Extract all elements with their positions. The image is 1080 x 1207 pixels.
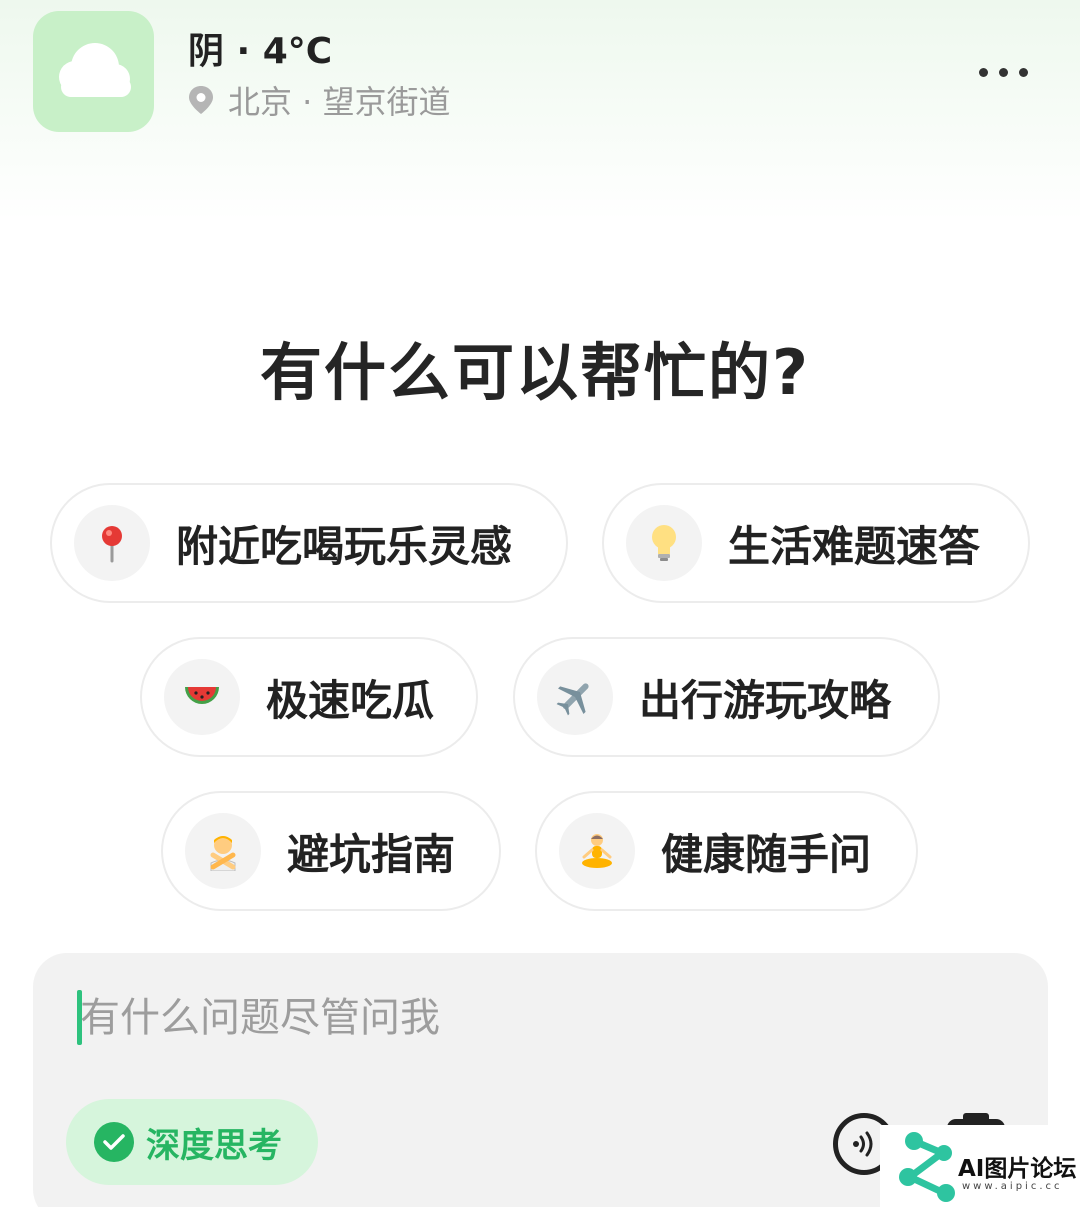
weather-app-icon[interactable]: [33, 11, 154, 132]
weather-summary: 阴 · 4°C: [188, 31, 333, 72]
more-dot-icon: [998, 67, 1008, 77]
suggestion-chip-life-answers[interactable]: 生活难题速答: [602, 483, 1030, 603]
location-row[interactable]: 北京 · 望京街道: [188, 80, 451, 121]
watermark-text: AI图片论坛: [958, 1156, 1077, 1182]
suggestion-label: 极速吃瓜: [266, 675, 435, 725]
location-pin-icon: [189, 86, 213, 114]
check-icon: [94, 1122, 134, 1162]
suggestion-chip-travel[interactable]: 出行游玩攻略: [513, 637, 940, 757]
deep-think-toggle[interactable]: 深度思考: [66, 1099, 318, 1185]
no-gesture-icon: [185, 813, 261, 889]
airplane-icon: [537, 659, 613, 735]
suggestion-label: 附近吃喝玩乐灵感: [176, 521, 513, 571]
watermelon-icon: [164, 659, 240, 735]
suggestion-label: 出行游玩攻略: [639, 675, 892, 725]
suggestion-label: 避坑指南: [287, 829, 456, 879]
suggestion-chip-pitfalls[interactable]: 避坑指南: [161, 791, 501, 911]
suggestion-chip-gossip[interactable]: 极速吃瓜: [140, 637, 478, 757]
suggestion-chip-nearby-fun[interactable]: 附近吃喝玩乐灵感: [50, 483, 568, 603]
lightbulb-icon: [626, 505, 702, 581]
sound-wave-icon: [853, 1131, 873, 1157]
suggestion-label: 健康随手问: [661, 829, 872, 879]
location-text: 北京 · 望京街道: [228, 83, 451, 121]
more-dot-icon: [978, 67, 988, 77]
watermark: AI图片论坛 www.aipic.cc: [880, 1125, 1080, 1207]
header-background: [0, 0, 1080, 220]
more-dot-icon: [1018, 67, 1028, 77]
watermark-url: www.aipic.cc: [962, 1181, 1063, 1192]
deep-think-label: 深度思考: [146, 1125, 282, 1166]
pin-icon: [74, 505, 150, 581]
more-options-button[interactable]: [970, 52, 1036, 92]
cloud-icon: [59, 43, 131, 97]
chat-input[interactable]: [80, 985, 780, 1051]
watermark-logo-icon: [899, 1132, 955, 1202]
meditation-icon: [559, 813, 635, 889]
page-title: 有什么可以帮忙的?: [260, 336, 810, 409]
suggestion-chip-health[interactable]: 健康随手问: [535, 791, 918, 911]
suggestion-label: 生活难题速答: [728, 521, 981, 571]
